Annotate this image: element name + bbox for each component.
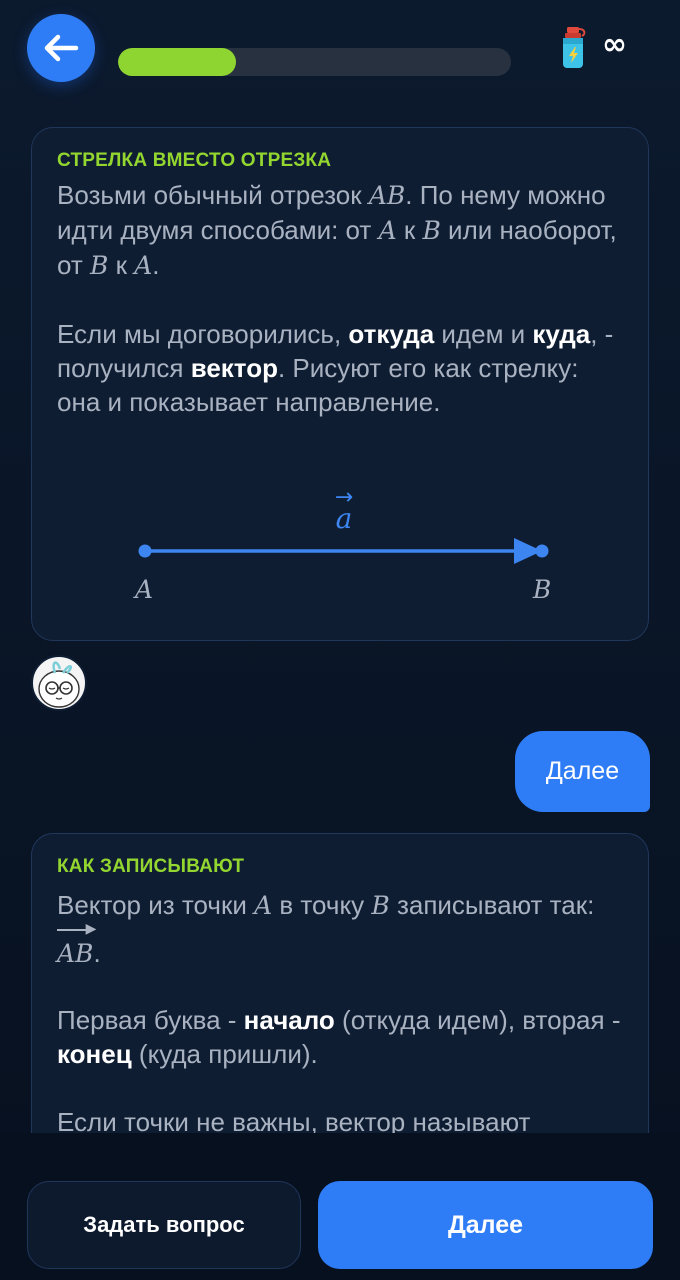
lesson-card-notation: КАК ЗАПИСЫВАЮТ Вектор из точки A в точку… [31, 833, 649, 1173]
back-button[interactable] [27, 14, 95, 82]
vector-label: a [336, 502, 353, 535]
card-title: КАК ЗАПИСЫВАЮТ [57, 856, 245, 877]
text: (куда пришли). [131, 1039, 318, 1069]
next-button[interactable]: Далее [318, 1181, 653, 1269]
lesson-card-vector-intro: СТРЕЛКА ВМЕСТО ОТРЕЗКА Возьми обычный от… [31, 127, 649, 641]
point-a [138, 544, 152, 558]
progress-fill [118, 48, 236, 76]
lesson-screen: ∞ СТРЕЛКА ВМЕСТО ОТРЕЗКА Возьми обычный … [0, 0, 680, 1280]
water-bottle-icon[interactable] [558, 26, 588, 70]
bold-term: начало [243, 1005, 335, 1035]
text: в точку [272, 890, 372, 920]
text: записывают так: [389, 890, 595, 920]
math-a: A [254, 891, 273, 920]
mascot-avatar-icon [38, 661, 80, 708]
vector-diagram: → a A B [133, 485, 551, 604]
card-paragraph: Вектор из точки A в точку B записывают т… [57, 884, 623, 975]
text: . [93, 938, 101, 968]
math-ab: AB [57, 939, 94, 968]
bold-term: конец [57, 1039, 132, 1069]
arrow-left-icon [44, 34, 79, 62]
text: Первая буква - [57, 1005, 244, 1035]
mascot-avatar [31, 655, 87, 711]
text: Вектор из точки [57, 890, 255, 920]
text: (откуда идем), вторая - [334, 1005, 621, 1035]
math-b: B [371, 891, 390, 920]
lesson-progress-bar [118, 48, 511, 76]
point-a-label: A [133, 575, 153, 604]
ask-question-button[interactable]: Задать вопрос [27, 1181, 301, 1269]
lives-infinity: ∞ [602, 27, 627, 62]
point-b-label: B [532, 575, 551, 604]
vector-ab-notation: ▶ AB [57, 921, 97, 968]
point-b [535, 544, 549, 558]
chat-reply-next-button[interactable]: Далее [515, 731, 650, 812]
card-paragraph: Первая буква - начало (откуда идем), вто… [57, 1003, 623, 1071]
